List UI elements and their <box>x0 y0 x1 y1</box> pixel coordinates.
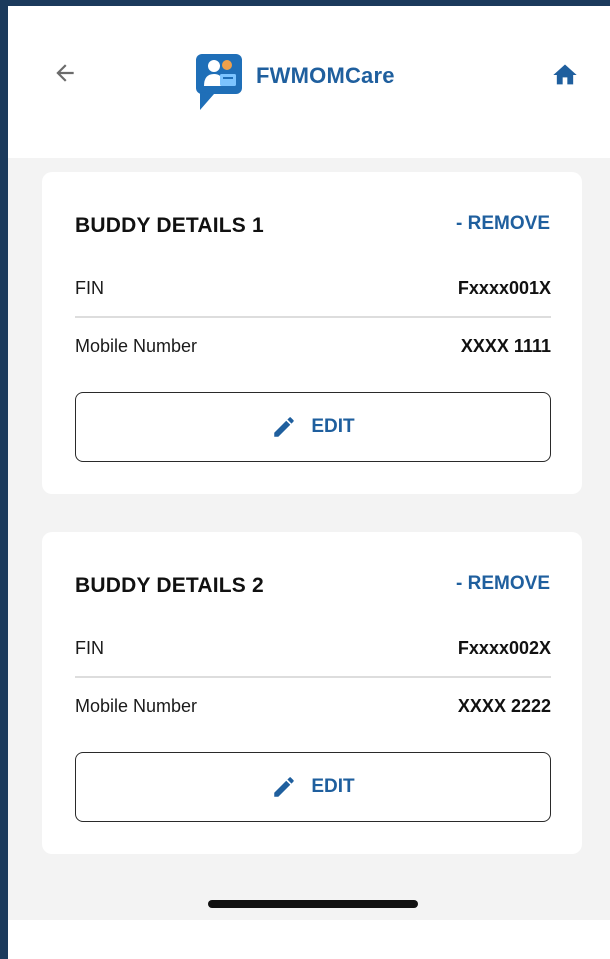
home-indicator-bar[interactable] <box>208 900 418 908</box>
buddy-list: BUDDY DETAILS 1 - REMOVE FIN Fxxxx001X M… <box>8 158 610 918</box>
mobile-label: Mobile Number <box>75 695 198 716</box>
app-brand: FWMOMCare <box>194 46 395 110</box>
buddy-card: BUDDY DETAILS 1 - REMOVE FIN Fxxxx001X M… <box>42 172 582 494</box>
fin-value: Fxxxx001X <box>457 277 551 298</box>
app-name: FWMOMCare <box>256 63 395 88</box>
mobile-row: Mobile Number XXXX 2222 <box>75 678 551 734</box>
app-screen: FWMOMCare BUDDY DETAILS 1 - REMOVE FIN F… <box>8 6 610 959</box>
buddy-card: BUDDY DETAILS 2 - REMOVE FIN Fxxxx002X M… <box>42 532 582 854</box>
buddy-card-title: BUDDY DETAILS 2 <box>75 574 264 597</box>
mobile-label: Mobile Number <box>75 335 198 356</box>
fin-row: FIN Fxxxx002X <box>75 620 551 676</box>
home-button[interactable] <box>548 58 582 92</box>
remove-buddy-button[interactable]: - REMOVE <box>456 573 550 595</box>
edit-buddy-button[interactable]: EDIT <box>75 752 551 822</box>
edit-button-label: EDIT <box>311 416 355 437</box>
fin-value: Fxxxx002X <box>457 637 551 658</box>
remove-buddy-button[interactable]: - REMOVE <box>456 213 550 235</box>
app-header: FWMOMCare <box>8 6 610 118</box>
bottom-safe-area <box>8 920 610 959</box>
home-icon <box>553 64 577 85</box>
header-spacer <box>8 118 610 158</box>
mobile-value: XXXX 1111 <box>460 335 551 356</box>
fin-label: FIN <box>75 637 104 658</box>
buddy-card-title: BUDDY DETAILS 1 <box>75 214 264 237</box>
arrow-left-icon <box>56 64 74 82</box>
pencil-icon <box>274 417 295 437</box>
fin-row: FIN Fxxxx001X <box>75 260 551 316</box>
edit-buddy-button[interactable]: EDIT <box>75 392 551 462</box>
mobile-row: Mobile Number XXXX 1111 <box>75 318 551 374</box>
fwmomcare-logo-icon <box>194 52 242 110</box>
back-button[interactable] <box>48 56 82 90</box>
pencil-icon <box>274 777 295 797</box>
mobile-value: XXXX 2222 <box>457 695 551 716</box>
edit-button-label: EDIT <box>311 776 355 797</box>
fin-label: FIN <box>75 277 104 298</box>
